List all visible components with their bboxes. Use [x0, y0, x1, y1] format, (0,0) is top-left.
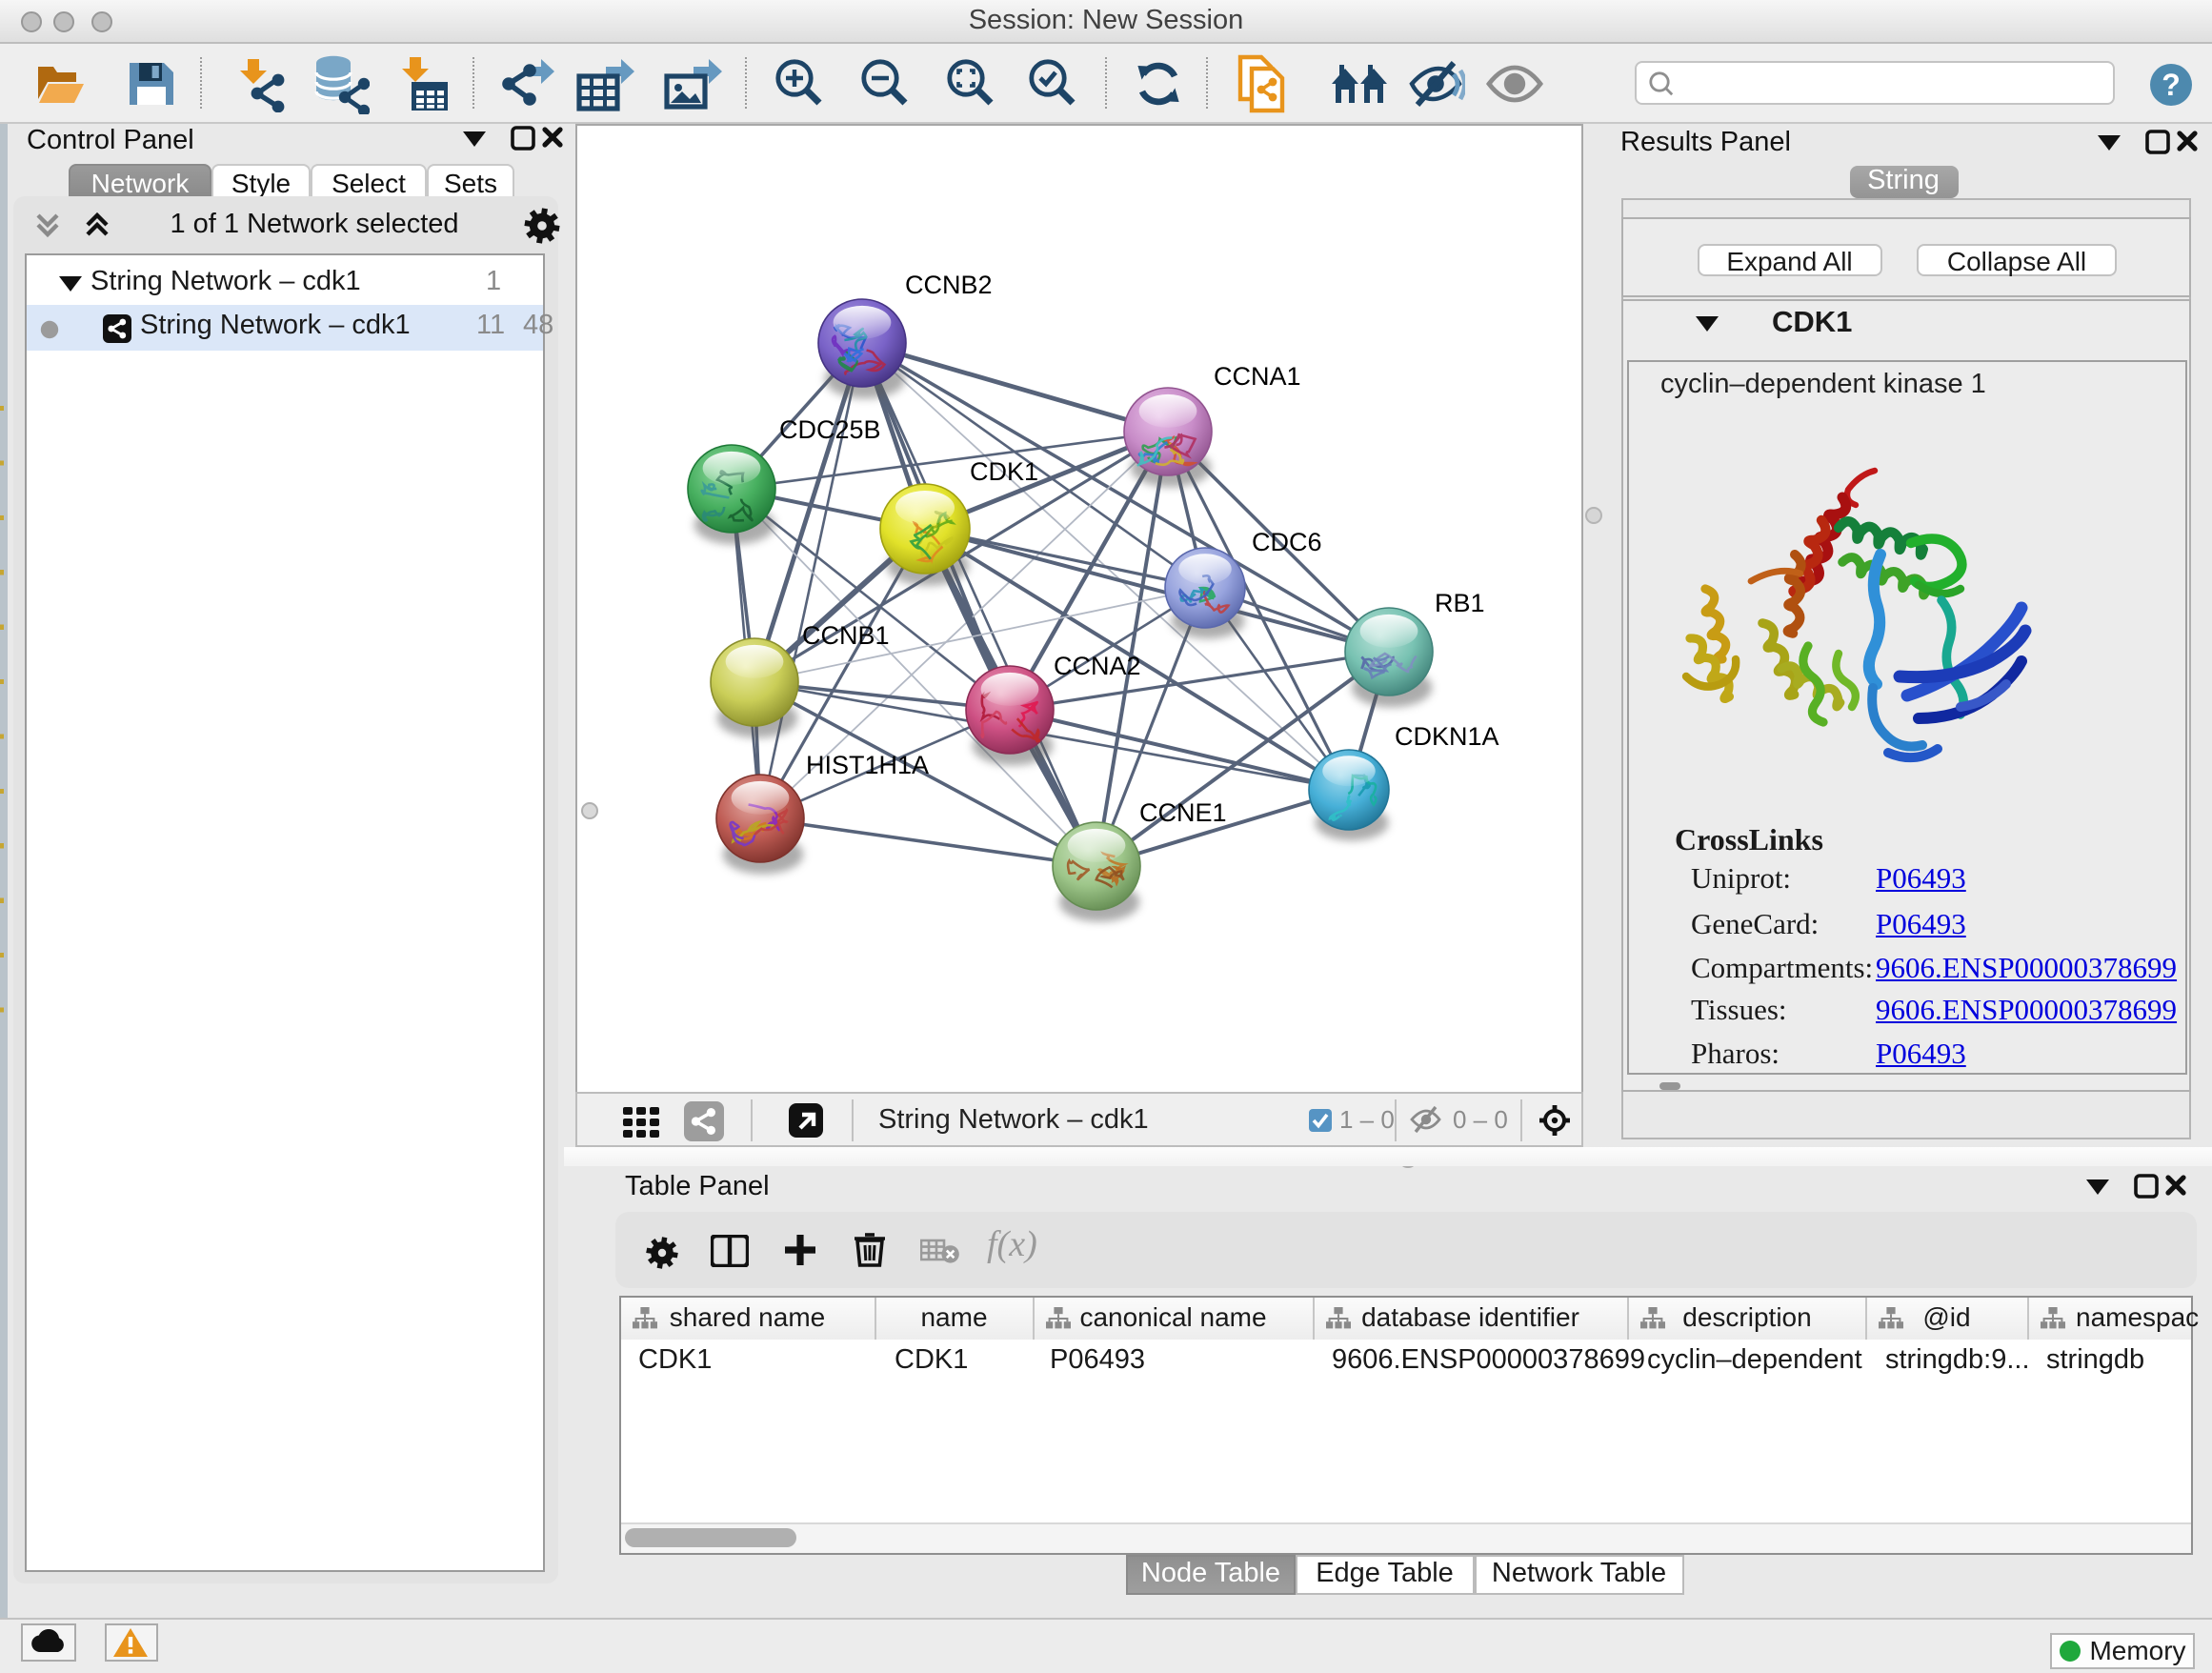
svg-text:?: ?: [2162, 67, 2181, 101]
